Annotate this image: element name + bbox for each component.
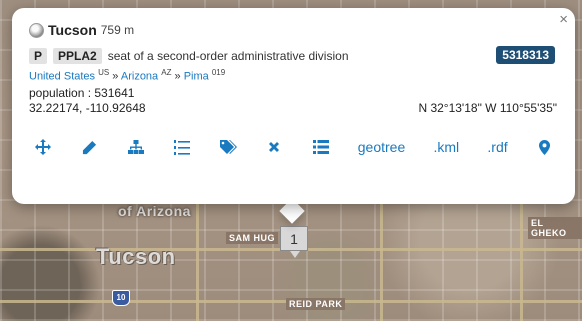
times-icon[interactable] [265, 138, 283, 156]
move-icon[interactable] [34, 138, 52, 156]
hierarchy-link-county[interactable]: Pima [184, 71, 209, 83]
hierarchy-icon[interactable] [127, 138, 145, 156]
wikipedia-icon[interactable] [29, 22, 44, 38]
hierarchy-code: 019 [211, 68, 226, 77]
hierarchy-breadcrumb: United States US » Arizona AZ » Pima 019 [29, 68, 225, 83]
road [380, 200, 383, 321]
hierarchy-separator: » [112, 70, 119, 83]
highway-shield-icon: 10 [112, 290, 130, 306]
place-name: Tucson [48, 22, 97, 38]
place-popup: × Tucson 759 m P PPLA2 seat of a second-… [12, 8, 575, 204]
population: population : 531641 [29, 86, 135, 100]
hierarchy-link-state[interactable]: Arizona [121, 71, 158, 83]
street-label-el-gheko: EL GHEKO [528, 217, 582, 239]
kml-link[interactable]: .kml [433, 138, 459, 156]
hierarchy-link-country[interactable]: United States [29, 71, 95, 83]
dms-coordinates: N 32°13'18" W 110°55'35" [418, 101, 557, 115]
decimal-coordinates: 32.22174, -110.92648 [29, 101, 146, 115]
feature-class-row: P PPLA2 seat of a second-order administr… [29, 48, 349, 64]
pencil-icon[interactable] [80, 138, 98, 156]
street-label-sam-hughes: SAM HUG [226, 232, 278, 244]
cluster-marker[interactable]: 1 [280, 226, 308, 258]
feature-class-badge: P [29, 48, 48, 64]
list-icon[interactable] [312, 138, 330, 156]
elevation: 759 m [100, 23, 135, 37]
hierarchy-code: AZ [161, 68, 172, 77]
close-icon[interactable]: × [559, 12, 568, 28]
street-label-reid-park: REID PARK [286, 298, 346, 310]
popup-toolbar: geotree .kml .rdf [34, 138, 554, 156]
city-label: Tucson [96, 244, 176, 269]
geotree-link[interactable]: geotree [358, 138, 405, 156]
rdf-link[interactable]: .rdf [487, 138, 507, 156]
university-label: of Arizona [118, 203, 191, 219]
feature-code-badge: PPLA2 [53, 48, 102, 64]
tags-icon[interactable] [219, 138, 237, 156]
title-row: Tucson 759 m [29, 22, 134, 38]
feature-description: seat of a second-order administrative di… [107, 49, 349, 63]
road [196, 200, 199, 321]
map-marker-icon[interactable] [536, 138, 554, 156]
road [520, 200, 523, 321]
hierarchy-code: US [98, 68, 110, 77]
list-numbered-icon[interactable] [173, 138, 191, 156]
hierarchy-separator: » [174, 70, 181, 83]
geoname-id-badge[interactable]: 5318313 [496, 46, 555, 64]
